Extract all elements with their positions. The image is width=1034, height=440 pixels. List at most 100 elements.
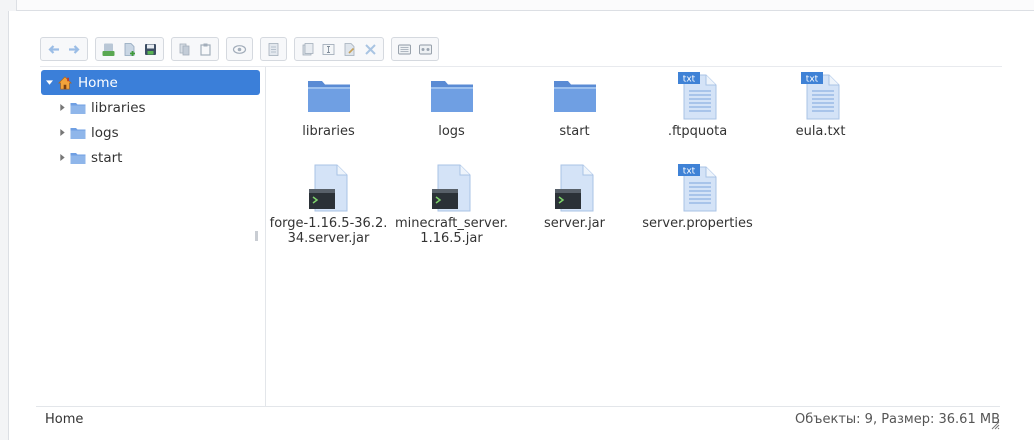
views-icon-button[interactable] (394, 39, 415, 59)
toolbar-group (391, 37, 439, 61)
folder-icon (70, 127, 86, 139)
status-summary: Объекты: 9, Размер: 36.61 MB (795, 412, 1000, 427)
file-item[interactable]: txt server.properties (636, 164, 759, 231)
view-list-button[interactable] (415, 39, 436, 59)
properties-icon (268, 42, 279, 56)
expand-arrow-icon[interactable] (44, 78, 54, 88)
file-item-name: libraries (302, 124, 355, 139)
tree-item-label: libraries (91, 99, 146, 116)
executable-file-icon (554, 164, 593, 212)
file-item-icon-wrap (390, 164, 513, 212)
toolbar-group (40, 37, 88, 61)
preview-button[interactable] (229, 39, 250, 59)
pane-splitter[interactable] (265, 67, 266, 407)
svg-text:txt: txt (682, 167, 695, 177)
file-item-name: start (559, 124, 590, 139)
paste-icon (200, 43, 211, 56)
folder-icon (70, 152, 86, 164)
file-item-name: forge-1.16.5-36.2.34.server.jar (269, 216, 388, 246)
top-frame-strip (16, 0, 1034, 11)
expand-arrow-icon[interactable] (57, 153, 67, 163)
rename-button[interactable] (318, 39, 339, 59)
duplicate-button[interactable] (297, 39, 318, 59)
tree-item-label: Home (78, 74, 118, 91)
file-item[interactable]: libraries (267, 72, 390, 139)
paste-button[interactable] (195, 39, 216, 59)
file-item-name: server.jar (543, 216, 605, 231)
view-icons-icon (398, 44, 411, 54)
tree-item-logs[interactable]: logs (41, 120, 261, 145)
folder-icon (70, 102, 86, 114)
status-path: Home (45, 412, 84, 427)
tree-item-libraries[interactable]: libraries (41, 95, 261, 120)
file-item-name: minecraft_server.1.16.5.jar (394, 216, 508, 246)
save-icon (145, 43, 156, 55)
expand-arrow-icon[interactable] (57, 128, 67, 138)
extract-button[interactable] (360, 39, 381, 59)
forward-button[interactable] (64, 39, 85, 59)
extract-icon (365, 43, 376, 55)
executable-file-icon (308, 164, 347, 212)
home-icon (58, 75, 72, 89)
properties-button[interactable] (263, 39, 284, 59)
copy-icon (179, 43, 190, 55)
folder-icon (553, 81, 596, 112)
duplicate-icon (302, 42, 314, 55)
text-file-icon: txt (677, 72, 716, 120)
file-item-icon-wrap: txt (636, 164, 759, 212)
copy-button[interactable] (174, 39, 195, 59)
file-item-name: .ftpquota (667, 124, 728, 139)
svg-text:txt: txt (682, 75, 695, 85)
file-item[interactable]: logs (390, 72, 513, 139)
text-file-icon: txt (800, 72, 839, 120)
file-item-icon-wrap (513, 72, 636, 120)
toolbar-group (95, 37, 164, 61)
upload-button[interactable] (98, 39, 119, 59)
file-item-icon-wrap (267, 164, 390, 212)
preview-icon (232, 44, 247, 54)
file-item[interactable]: txt eula.txt (759, 72, 882, 139)
file-item-icon-wrap (267, 72, 390, 120)
forward-icon (69, 44, 80, 54)
executable-file-icon (431, 164, 470, 212)
folder-icon (307, 81, 350, 112)
tree-item-label: logs (91, 124, 119, 141)
file-item-name: server.properties (642, 216, 753, 231)
back-icon (48, 44, 59, 54)
file-item-name: logs (438, 124, 465, 139)
toolbar-divider (40, 66, 1002, 67)
tree-item-home[interactable]: Home (41, 70, 260, 95)
svg-text:txt: txt (805, 75, 818, 85)
splitter-handle[interactable] (255, 231, 258, 241)
file-item-icon-wrap (513, 164, 636, 212)
toolbar-group (260, 37, 287, 61)
text-file-icon: txt (677, 164, 716, 212)
new-file-button[interactable] (119, 39, 140, 59)
back-button[interactable] (43, 39, 64, 59)
tree-item-label: start (91, 149, 123, 166)
file-item-icon-wrap: txt (759, 72, 882, 120)
view-list-icon (419, 44, 432, 54)
edit-icon (344, 42, 355, 56)
toolbar-group (171, 37, 219, 61)
status-divider (36, 406, 1000, 407)
toolbar (40, 37, 446, 61)
toolbar-group (294, 37, 384, 61)
file-item-icon-wrap (390, 72, 513, 120)
file-item[interactable]: txt .ftpquota (636, 72, 759, 139)
file-item-name: eula.txt (795, 124, 846, 139)
file-item-icon-wrap: txt (636, 72, 759, 120)
file-item[interactable]: minecraft_server.1.16.5.jar (390, 164, 513, 246)
file-item[interactable]: server.jar (513, 164, 636, 231)
file-item[interactable]: start (513, 72, 636, 139)
expand-arrow-icon[interactable] (57, 103, 67, 113)
upload-icon (102, 43, 115, 56)
resize-grip-icon[interactable] (990, 420, 1000, 430)
save-button[interactable] (140, 39, 161, 59)
tree-item-start[interactable]: start (41, 145, 261, 170)
rename-icon (322, 43, 335, 55)
edit-button[interactable] (339, 39, 360, 59)
folder-icon (430, 81, 473, 112)
file-item[interactable]: forge-1.16.5-36.2.34.server.jar (267, 164, 390, 246)
new-file-icon (124, 42, 135, 56)
